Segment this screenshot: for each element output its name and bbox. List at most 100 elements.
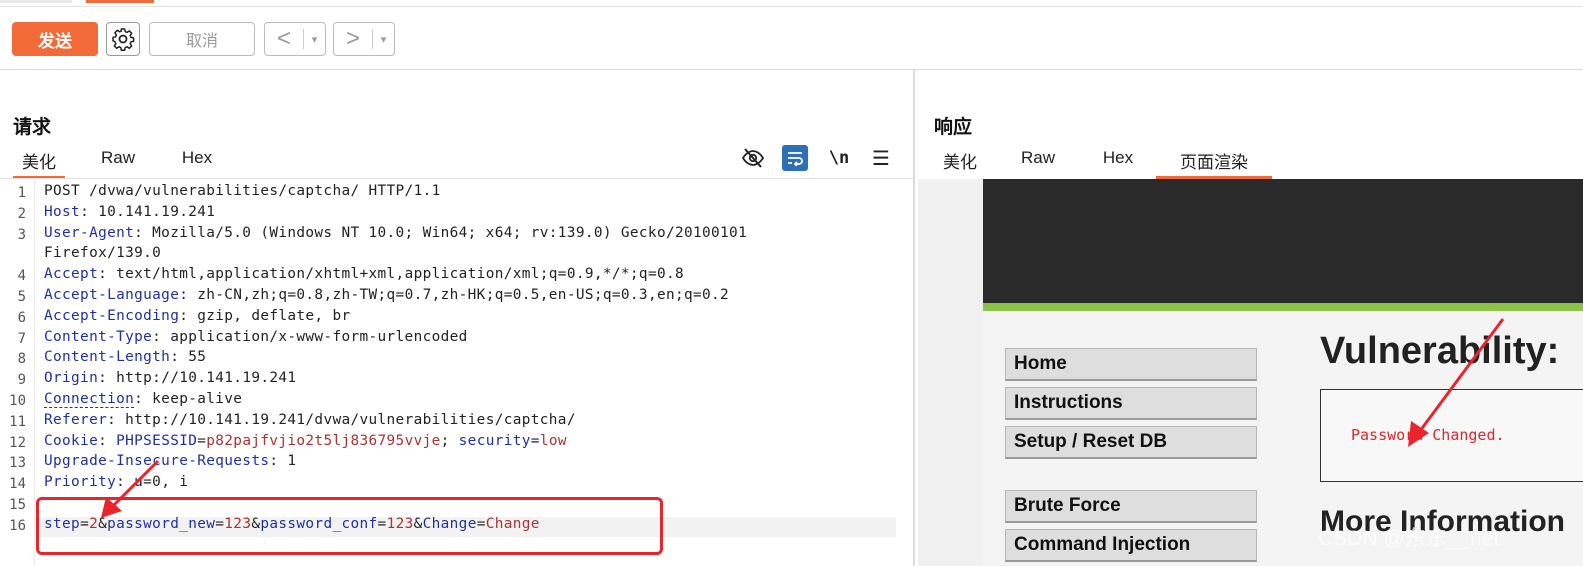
- code-line[interactable]: User-Agent: Mozilla/5.0 (Windows NT 10.0…: [44, 225, 747, 241]
- dvwa-header-stripe: [983, 303, 1583, 311]
- code-key: Connection: [44, 391, 135, 408]
- response-tabs: 美化 Raw Hex 页面渲染: [918, 148, 1318, 179]
- code-key: Content-Type: [44, 328, 153, 345]
- code-key: User-Agent: [44, 224, 135, 241]
- forward-dropdown-icon[interactable]: ▾: [373, 33, 394, 46]
- back-dropdown-icon[interactable]: ▾: [304, 33, 325, 46]
- request-editor-tools: \n ☰: [740, 145, 900, 175]
- code-text: : keep-alive: [134, 391, 243, 407]
- code-text: : 1: [269, 453, 297, 470]
- forward-arrow-icon: >: [345, 25, 360, 52]
- tab-request-raw[interactable]: Raw: [92, 148, 144, 176]
- line-number: 2: [17, 205, 26, 222]
- request-title: 请求: [13, 117, 52, 138]
- code-text: =: [530, 432, 540, 449]
- code-line[interactable]: Host: 10.141.19.241: [44, 204, 215, 220]
- send-button[interactable]: 发送: [12, 22, 98, 56]
- line-number: 10: [9, 393, 26, 409]
- code-line[interactable]: Accept-Encoding: gzip, deflate, br: [44, 308, 350, 324]
- menu-item-brute-force[interactable]: Brute Force: [1005, 490, 1257, 523]
- code-text: : application/x-www-form-urlencoded: [152, 328, 468, 345]
- code-line[interactable]: Accept-Language: zh-CN,zh;q=0.8,zh-TW;q=…: [44, 287, 729, 303]
- tab-response-render[interactable]: 页面渲染: [1156, 148, 1272, 179]
- code-key: Content-Length: [44, 349, 171, 366]
- code-line[interactable]: Upgrade-Insecure-Requests: 1: [44, 453, 296, 469]
- cancel-button[interactable]: 取消: [149, 22, 255, 56]
- top-tab-active[interactable]: [86, 0, 154, 3]
- code-value: p82pajfvjio2t5lj836795vvje: [206, 432, 441, 449]
- line-number: 11: [9, 413, 26, 430]
- back-arrow-icon: <: [276, 25, 291, 52]
- newline-icon[interactable]: \n: [826, 145, 852, 171]
- back-button[interactable]: < ▾: [264, 22, 326, 56]
- code-key: Accept-Encoding: [44, 307, 180, 324]
- annotation-arrow-left: [101, 459, 160, 518]
- code-line[interactable]: Cookie: PHPSESSID=p82pajfvjio2t5lj836795…: [44, 433, 567, 449]
- code-text: : gzip, deflate, br: [179, 307, 351, 324]
- code-text: : http://10.141.19.241: [98, 370, 297, 387]
- code-text: : Mozilla/5.0 (Windows NT 10.0; Win64; x…: [134, 224, 748, 241]
- tab-request-pretty[interactable]: 美化: [13, 148, 65, 179]
- menu-item-instructions[interactable]: Instructions: [1005, 387, 1257, 420]
- tab-response-raw[interactable]: Raw: [1012, 148, 1064, 176]
- code-text: :: [98, 432, 117, 449]
- line-number: 14: [9, 476, 26, 493]
- line-number: 12: [9, 434, 26, 451]
- response-title: 响应: [934, 117, 973, 138]
- code-value: low: [539, 432, 567, 449]
- code-text: : zh-CN,zh;q=0.8,zh-TW;q=0.7,zh-HK;q=0.5…: [179, 287, 730, 303]
- code-key: Referer: [44, 411, 108, 428]
- code-key: Origin: [44, 370, 99, 387]
- code-key: Accept-Language: [44, 287, 180, 303]
- watermark: CSDN @东东__net: [1318, 527, 1500, 550]
- code-line[interactable]: Content-Length: 55: [44, 349, 206, 365]
- menu-item-setup[interactable]: Setup / Reset DB: [1005, 426, 1257, 459]
- eye-off-icon[interactable]: [740, 145, 766, 171]
- wrap-icon[interactable]: [782, 145, 808, 171]
- line-number: 1: [17, 185, 26, 201]
- line-number: 9: [17, 372, 26, 389]
- code-text: POST /dvwa/vulnerabilities/captcha/ HTTP…: [44, 183, 441, 199]
- line-number: 5: [17, 289, 26, 305]
- panel-divider[interactable]: [913, 70, 915, 566]
- code-text: : 55: [170, 349, 207, 366]
- code-text: Firefox/139.0: [44, 245, 162, 262]
- top-tab[interactable]: [0, 0, 72, 3]
- code-line[interactable]: Referer: http://10.141.19.241/dvwa/vulne…: [44, 412, 576, 428]
- annotation-arrow-right: [1408, 318, 1505, 447]
- menu-item-command-injection[interactable]: Command Injection: [1005, 529, 1257, 562]
- line-number: 8: [17, 351, 26, 368]
- top-tab-strip: [0, 0, 1583, 7]
- gear-icon: [112, 28, 135, 51]
- tab-response-hex[interactable]: Hex: [1093, 148, 1143, 176]
- code-line[interactable]: Firefox/139.0: [44, 245, 161, 261]
- dvwa-header: [983, 179, 1583, 303]
- code-line[interactable]: Accept: text/html,application/xhtml+xml,…: [44, 266, 684, 282]
- line-number: 3: [17, 226, 26, 243]
- code-key: PHPSESSID: [116, 432, 198, 449]
- settings-button[interactable]: [106, 22, 140, 56]
- code-line[interactable]: Origin: http://10.141.19.241: [44, 370, 296, 386]
- code-line[interactable]: POST /dvwa/vulnerabilities/captcha/ HTTP…: [44, 183, 441, 199]
- line-number: 7: [17, 330, 26, 347]
- forward-button[interactable]: > ▾: [333, 22, 395, 56]
- menu-item-home[interactable]: Home: [1005, 348, 1257, 381]
- code-line[interactable]: Connection: keep-alive: [44, 391, 243, 408]
- code-key: security: [458, 432, 531, 449]
- code-key: Cookie: [44, 432, 99, 449]
- code-line[interactable]: Content-Type: application/x-www-form-url…: [44, 329, 468, 345]
- menu-icon[interactable]: ☰: [868, 145, 894, 171]
- line-number: 15: [9, 497, 26, 513]
- code-text: ;: [440, 432, 459, 449]
- code-key: Accept: [44, 266, 99, 283]
- tab-request-hex[interactable]: Hex: [172, 148, 222, 176]
- line-number: 13: [9, 455, 26, 472]
- code-text: : http://10.141.19.241/dvwa/vulnerabilit…: [107, 411, 576, 428]
- code-text: =: [197, 432, 207, 449]
- tab-response-pretty[interactable]: 美化: [934, 148, 986, 176]
- request-tabs: 美化 Raw Hex: [0, 148, 300, 179]
- toolbar: 发送 取消 < ▾ > ▾: [0, 7, 1583, 70]
- line-number: 16: [9, 517, 26, 534]
- line-number: 4: [17, 268, 26, 285]
- code-key: Host: [44, 203, 81, 220]
